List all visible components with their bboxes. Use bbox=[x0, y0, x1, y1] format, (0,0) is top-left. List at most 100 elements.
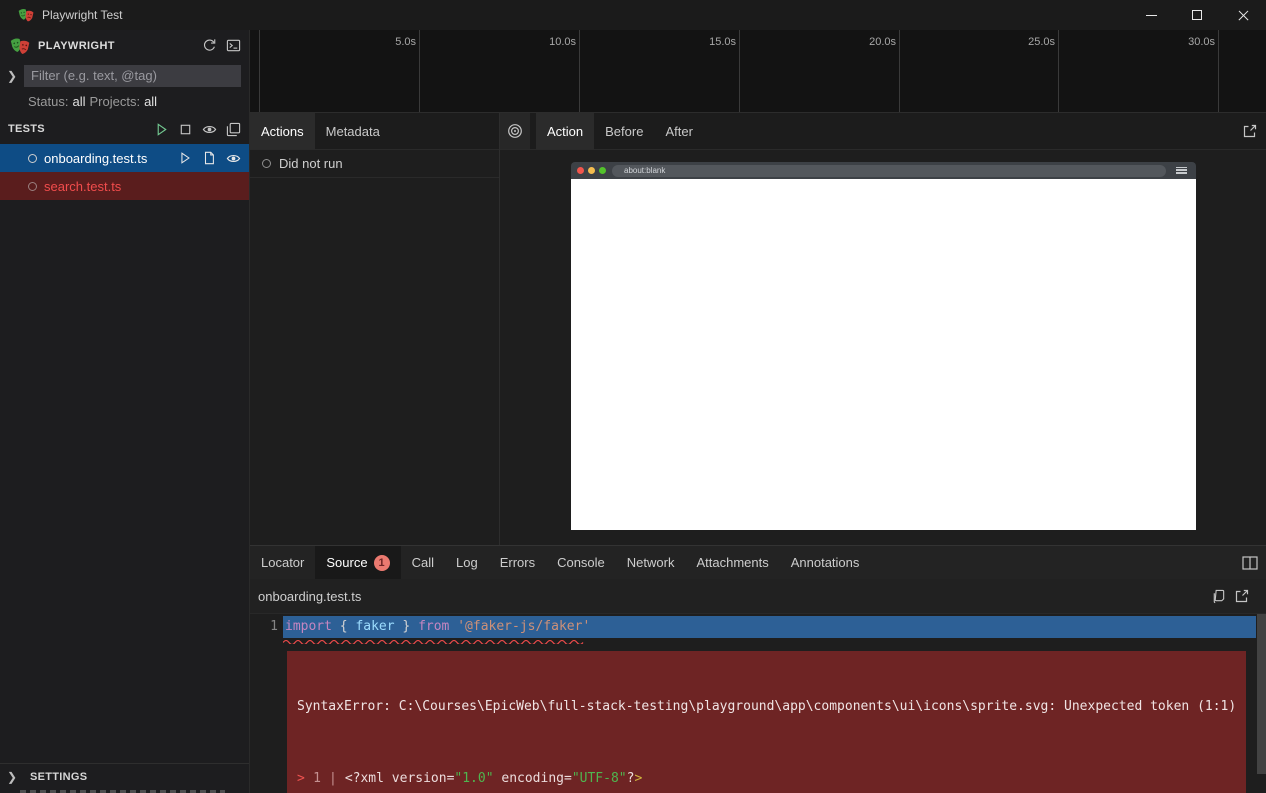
maximize-button[interactable] bbox=[1174, 0, 1220, 30]
copy-source-button[interactable] bbox=[1210, 588, 1226, 604]
test-item-search[interactable]: search.test.ts bbox=[0, 172, 249, 200]
timeline-tick-label: 15.0s bbox=[709, 36, 736, 48]
run-all-button[interactable] bbox=[153, 121, 169, 137]
traffic-light-minimize-icon bbox=[588, 167, 595, 174]
playwright-test-window: Playwright Test bbox=[0, 0, 1266, 793]
tests-section-header: TESTS bbox=[0, 114, 249, 144]
test-item-label: onboarding.test.ts bbox=[44, 151, 147, 166]
run-test-button[interactable] bbox=[177, 150, 193, 166]
tab-errors[interactable]: Errors bbox=[489, 546, 546, 579]
browser-menu-icon bbox=[1176, 167, 1187, 176]
chevron-right-icon[interactable]: ❯ bbox=[0, 69, 24, 83]
window-title: Playwright Test bbox=[42, 8, 122, 22]
timeline-tick-label: 20.0s bbox=[869, 36, 896, 48]
test-item-label: search.test.ts bbox=[44, 179, 121, 194]
test-status-icon bbox=[28, 182, 37, 191]
settings-title: SETTINGS bbox=[30, 771, 87, 783]
timeline[interactable]: 5.0s 10.0s 15.0s 20.0s 25.0s 30.0s bbox=[250, 30, 1266, 113]
source-line-1: 1 import { faker } from '@faker-js/faker… bbox=[250, 614, 1266, 638]
traffic-light-zoom-icon bbox=[599, 167, 606, 174]
details-tabstrip: Locator Source1 Call Log Errors Console … bbox=[250, 546, 1266, 579]
actions-panel: Actions Metadata Did not run bbox=[250, 113, 500, 545]
status-circle-icon bbox=[262, 159, 271, 168]
source-file-name: onboarding.test.ts bbox=[258, 589, 361, 604]
timeline-gridline bbox=[1218, 30, 1219, 112]
playwright-header: PLAYWRIGHT bbox=[0, 30, 249, 61]
timeline-tick-label: 25.0s bbox=[1028, 36, 1055, 48]
browser-page-blank bbox=[571, 179, 1196, 530]
sidebar: PLAYWRIGHT ❯ Status: all Projects: all bbox=[0, 30, 250, 793]
browser-snapshot[interactable]: about:blank bbox=[571, 162, 1196, 530]
tab-console[interactable]: Console bbox=[546, 546, 616, 579]
filter-input[interactable] bbox=[24, 65, 241, 87]
highlighted-code-line: import { faker } from '@faker-js/faker' bbox=[283, 616, 1256, 638]
playwright-masks-icon bbox=[10, 36, 30, 56]
source-error-badge: 1 bbox=[374, 555, 390, 571]
tab-locator[interactable]: Locator bbox=[250, 546, 315, 579]
close-button[interactable] bbox=[1220, 0, 1266, 30]
projects-value[interactable]: all bbox=[144, 94, 157, 109]
error-squiggle-underline bbox=[283, 638, 587, 644]
tab-call[interactable]: Call bbox=[401, 546, 445, 579]
did-not-run-label: Did not run bbox=[279, 156, 343, 171]
tab-network[interactable]: Network bbox=[616, 546, 686, 579]
tab-source[interactable]: Source1 bbox=[315, 546, 400, 579]
timeline-gridline bbox=[259, 30, 260, 112]
minimize-icon bbox=[1146, 15, 1157, 16]
timeline-gridline bbox=[1058, 30, 1059, 112]
playwright-logo-icon bbox=[18, 7, 34, 23]
minimize-button[interactable] bbox=[1128, 0, 1174, 30]
code-frame-row: >1|<?xml version="1.0" encoding="UTF-8"?… bbox=[297, 770, 1246, 788]
timeline-tick-label: 30.0s bbox=[1188, 36, 1215, 48]
browser-address-bar: about:blank bbox=[612, 165, 1166, 177]
split-view-button[interactable] bbox=[1242, 555, 1258, 571]
browser-chrome-bar: about:blank bbox=[571, 162, 1196, 179]
tests-title: TESTS bbox=[8, 123, 45, 135]
target-icon bbox=[507, 123, 523, 139]
close-icon bbox=[1237, 9, 1250, 22]
timeline-gridline bbox=[579, 30, 580, 112]
open-source-external-button[interactable] bbox=[1234, 588, 1250, 604]
pick-locator-button[interactable] bbox=[500, 113, 530, 149]
timeline-gridline bbox=[419, 30, 420, 112]
settings-section-header[interactable]: ❯ SETTINGS bbox=[0, 763, 249, 790]
status-label: Status: bbox=[28, 94, 68, 109]
error-message: SyntaxError: C:\Courses\EpicWeb\full-sta… bbox=[297, 698, 1246, 716]
syntax-error-callout: SyntaxError: C:\Courses\EpicWeb\full-sta… bbox=[287, 651, 1246, 793]
sidebar-title: PLAYWRIGHT bbox=[38, 40, 115, 52]
tab-actions[interactable]: Actions bbox=[250, 113, 315, 149]
tab-log[interactable]: Log bbox=[445, 546, 489, 579]
traffic-light-close-icon bbox=[577, 167, 584, 174]
test-item-onboarding[interactable]: onboarding.test.ts bbox=[0, 144, 249, 172]
tab-action[interactable]: Action bbox=[536, 113, 594, 149]
source-code-view[interactable]: 1 import { faker } from '@faker-js/faker… bbox=[250, 614, 1266, 793]
tab-after[interactable]: After bbox=[654, 113, 703, 149]
open-snapshot-external-button[interactable] bbox=[1242, 123, 1258, 139]
details-panel: Locator Source1 Call Log Errors Console … bbox=[250, 545, 1266, 793]
source-file-bar: onboarding.test.ts bbox=[250, 579, 1266, 614]
snapshot-viewport: about:blank bbox=[500, 150, 1266, 545]
tab-annotations[interactable]: Annotations bbox=[780, 546, 871, 579]
source-scrollbar[interactable] bbox=[1257, 614, 1266, 774]
stop-button[interactable] bbox=[177, 121, 193, 137]
did-not-run-row: Did not run bbox=[250, 150, 499, 178]
filter-row: ❯ bbox=[0, 61, 249, 90]
watch-all-button[interactable] bbox=[201, 121, 217, 137]
collapse-all-button[interactable] bbox=[225, 121, 241, 137]
line-number: 1 bbox=[250, 616, 283, 638]
tab-metadata[interactable]: Metadata bbox=[315, 113, 391, 149]
projects-label: Projects: bbox=[89, 94, 140, 109]
status-value[interactable]: all bbox=[72, 94, 85, 109]
timeline-tick-label: 10.0s bbox=[549, 36, 576, 48]
timeline-gridline bbox=[739, 30, 740, 112]
tab-attachments[interactable]: Attachments bbox=[685, 546, 779, 579]
chevron-right-icon: ❯ bbox=[0, 770, 24, 784]
terminal-button[interactable] bbox=[225, 38, 241, 54]
tab-before[interactable]: Before bbox=[594, 113, 654, 149]
timeline-tick-label: 5.0s bbox=[395, 36, 416, 48]
watch-test-button[interactable] bbox=[225, 150, 241, 166]
open-source-file-button[interactable] bbox=[201, 150, 217, 166]
snapshot-panel: Action Before After bbox=[500, 113, 1266, 545]
reload-button[interactable] bbox=[201, 38, 217, 54]
timeline-gridline bbox=[899, 30, 900, 112]
